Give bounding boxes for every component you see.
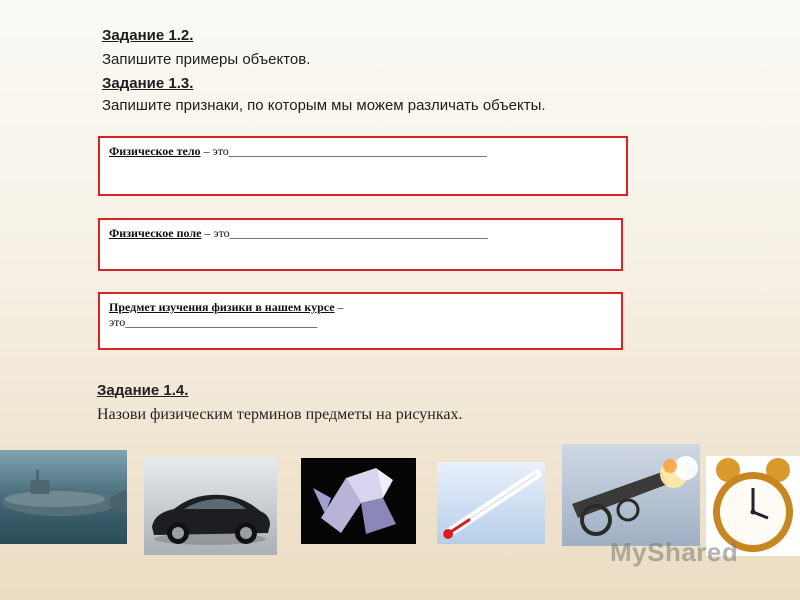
physics-subject-box[interactable]: Предмет изучения физики в нашем курсе – …: [98, 292, 623, 350]
physical-body-box[interactable]: Физическое тело – это___________________…: [98, 136, 628, 196]
cannon-image: [562, 444, 700, 546]
task-1-2-text: Запишите примеры объектов.: [102, 51, 311, 68]
physical-field-blank: – это___________________________________…: [201, 226, 488, 240]
task-1-4-heading: Задание 1.4.: [97, 382, 189, 399]
car-image: [144, 457, 277, 555]
myshared-watermark: MyShared: [610, 537, 738, 568]
submarine-image: [0, 450, 127, 544]
thermometer-image: [437, 462, 545, 544]
watermark-text: MyShared: [610, 537, 739, 567]
physical-field-term: Физическое поле: [109, 226, 202, 240]
physical-body-blank: – это___________________________________…: [200, 144, 487, 158]
crystal-image: [301, 458, 416, 544]
physics-subject-term: Предмет изучения физики в нашем курсе: [109, 300, 335, 314]
task-1-2-heading: Задание 1.2.: [102, 27, 194, 44]
physics-subject-blank: это________________________________: [109, 315, 318, 329]
physical-field-box[interactable]: Физическое поле – это___________________…: [98, 218, 623, 271]
task-1-3-heading: Задание 1.3.: [102, 75, 194, 92]
task-1-3-text: Запишите признаки, по которым мы можем р…: [102, 97, 546, 114]
task-1-4-text: Назови физическим терминов предметы на р…: [97, 406, 463, 423]
physics-subject-dash: –: [334, 300, 344, 314]
physical-body-term: Физическое тело: [109, 144, 201, 158]
